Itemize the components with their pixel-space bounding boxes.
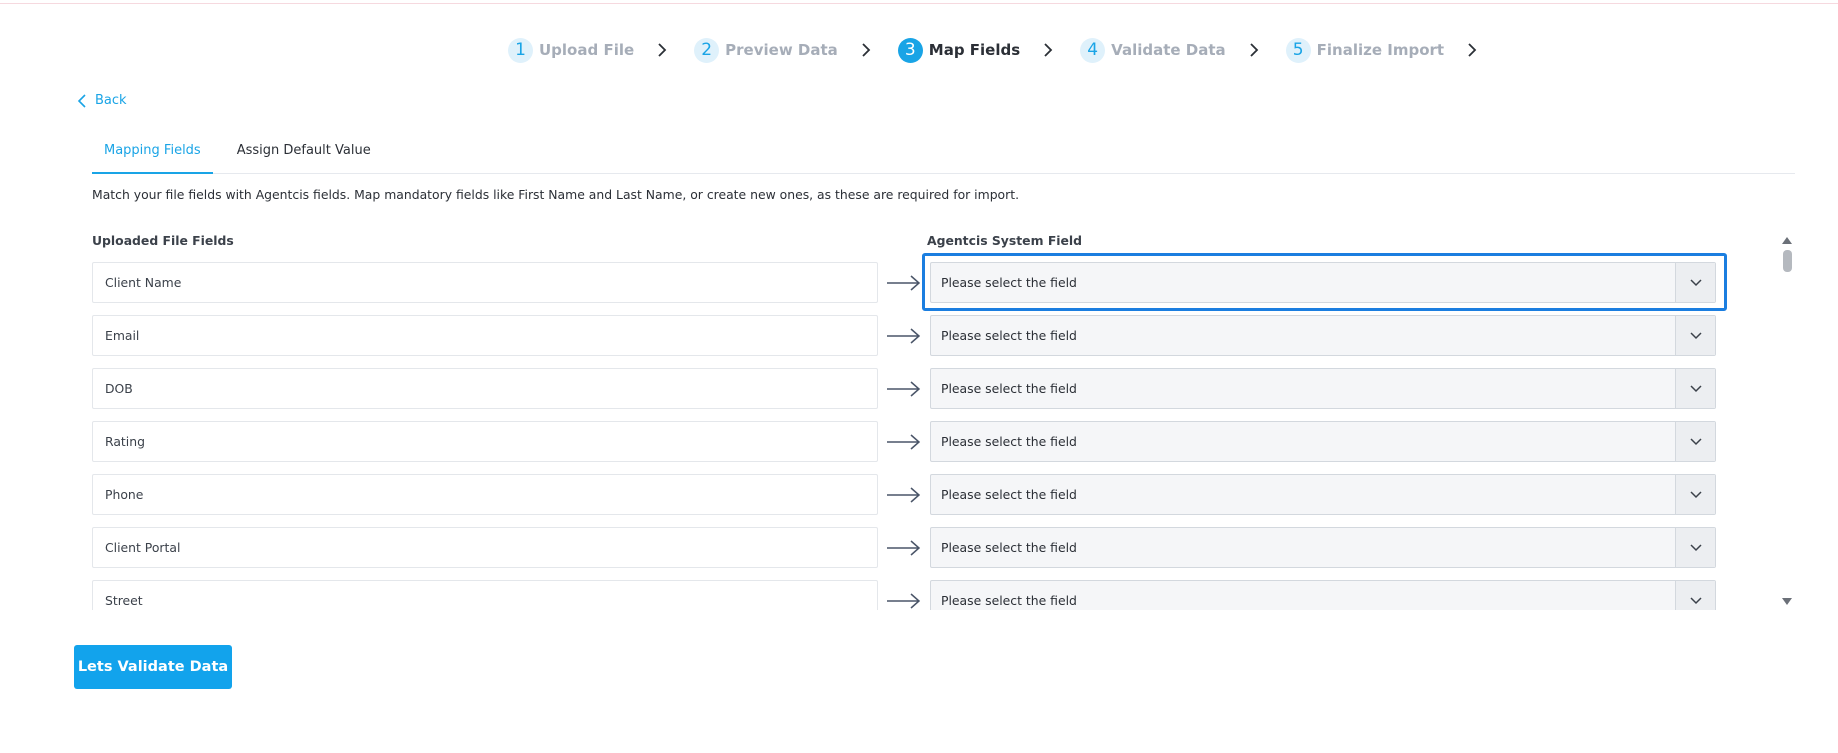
tab-assign-default-value[interactable]: Assign Default Value — [225, 138, 383, 174]
select-value: Please select the field — [941, 593, 1077, 608]
select-value: Please select the field — [941, 487, 1077, 502]
step-label: Finalize Import — [1316, 41, 1445, 59]
step-label: Validate Data — [1111, 41, 1226, 59]
chevron-right-icon — [654, 42, 670, 58]
uploaded-field: Street — [92, 580, 878, 610]
field-mapping-list: Client Name Please select the field Emai… — [92, 258, 1822, 610]
step-number: 3 — [897, 37, 923, 63]
chevron-right-icon — [858, 42, 874, 58]
chevron-down-icon[interactable] — [1675, 422, 1715, 461]
chevron-down-icon[interactable] — [1675, 528, 1715, 567]
uploaded-field: Phone — [92, 474, 878, 515]
back-link[interactable]: Back — [76, 93, 127, 108]
tab-mapping-fields[interactable]: Mapping Fields — [92, 138, 213, 174]
step-number: 1 — [508, 37, 533, 63]
arrow-right-icon — [887, 328, 921, 344]
uploaded-field: DOB — [92, 368, 878, 409]
system-field-select[interactable]: Please select the field — [930, 368, 1716, 409]
mapping-row: Email Please select the field — [92, 315, 1822, 356]
step-label: Map Fields — [928, 41, 1021, 59]
chevron-right-icon — [1040, 42, 1056, 58]
select-value: Please select the field — [941, 540, 1077, 555]
system-field-select[interactable]: Please select the field — [930, 580, 1716, 610]
mapping-row: Client Portal Please select the field — [92, 527, 1822, 568]
chevron-down-icon[interactable] — [1675, 475, 1715, 514]
system-field-heading: Agentcis System Field — [927, 233, 1083, 248]
step-label: Upload File — [539, 41, 635, 59]
step-label: Preview Data — [725, 41, 838, 59]
scroll-down-arrow-icon[interactable] — [1781, 597, 1793, 607]
import-stepper: 1 Upload File 2 Preview Data 3 Map Field… — [508, 37, 1504, 63]
select-value: Please select the field — [941, 328, 1077, 343]
mapping-row: Client Name Please select the field — [92, 262, 1822, 303]
select-value: Please select the field — [941, 381, 1077, 396]
system-field-select[interactable]: Please select the field — [930, 474, 1716, 515]
step-number: 2 — [694, 37, 720, 63]
step-number: 4 — [1080, 37, 1106, 63]
system-field-select[interactable]: Please select the field — [930, 315, 1716, 356]
arrow-right-icon — [887, 275, 921, 291]
system-field-select[interactable]: Please select the field — [930, 527, 1716, 568]
arrow-right-icon — [887, 593, 921, 609]
chevron-down-icon[interactable] — [1675, 316, 1715, 355]
uploaded-fields-heading: Uploaded File Fields — [92, 233, 234, 248]
back-label: Back — [95, 93, 127, 108]
arrow-right-icon — [887, 487, 921, 503]
uploaded-field: Rating — [92, 421, 878, 462]
select-value: Please select the field — [941, 434, 1077, 449]
arrow-right-icon — [887, 540, 921, 556]
step-validate-data[interactable]: 4 Validate Data — [1080, 37, 1286, 63]
uploaded-field: Client Name — [92, 262, 878, 303]
arrow-right-icon — [887, 434, 921, 450]
chevron-right-icon — [1246, 42, 1262, 58]
mapping-row: Phone Please select the field — [92, 474, 1822, 515]
top-accent-line — [0, 0, 1838, 4]
chevron-down-icon[interactable] — [1675, 369, 1715, 408]
step-number: 5 — [1285, 37, 1311, 63]
tab-bar: Mapping Fields Assign Default Value — [92, 138, 1795, 174]
mapping-row: DOB Please select the field — [92, 368, 1822, 409]
scrollbar-thumb[interactable] — [1783, 250, 1792, 272]
chevron-left-icon — [77, 93, 86, 108]
system-field-select[interactable]: Please select the field — [930, 421, 1716, 462]
mapping-description: Match your file fields with Agentcis fie… — [92, 187, 1020, 202]
chevron-right-icon — [1464, 42, 1480, 58]
system-field-select[interactable]: Please select the field — [930, 262, 1716, 303]
select-value: Please select the field — [941, 275, 1077, 290]
mapping-row: Rating Please select the field — [92, 421, 1822, 462]
chevron-down-icon[interactable] — [1675, 581, 1715, 610]
step-preview-data[interactable]: 2 Preview Data — [694, 37, 898, 63]
validate-data-button[interactable]: Lets Validate Data — [74, 645, 232, 689]
mapping-row: Street Please select the field — [92, 580, 1822, 610]
step-finalize-import[interactable]: 5 Finalize Import — [1285, 37, 1504, 63]
chevron-down-icon[interactable] — [1675, 263, 1715, 302]
step-upload-file[interactable]: 1 Upload File — [508, 37, 694, 63]
step-map-fields[interactable]: 3 Map Fields — [897, 37, 1080, 63]
scroll-up-arrow-icon[interactable] — [1781, 235, 1793, 245]
arrow-right-icon — [887, 381, 921, 397]
uploaded-field: Email — [92, 315, 878, 356]
uploaded-field: Client Portal — [92, 527, 878, 568]
